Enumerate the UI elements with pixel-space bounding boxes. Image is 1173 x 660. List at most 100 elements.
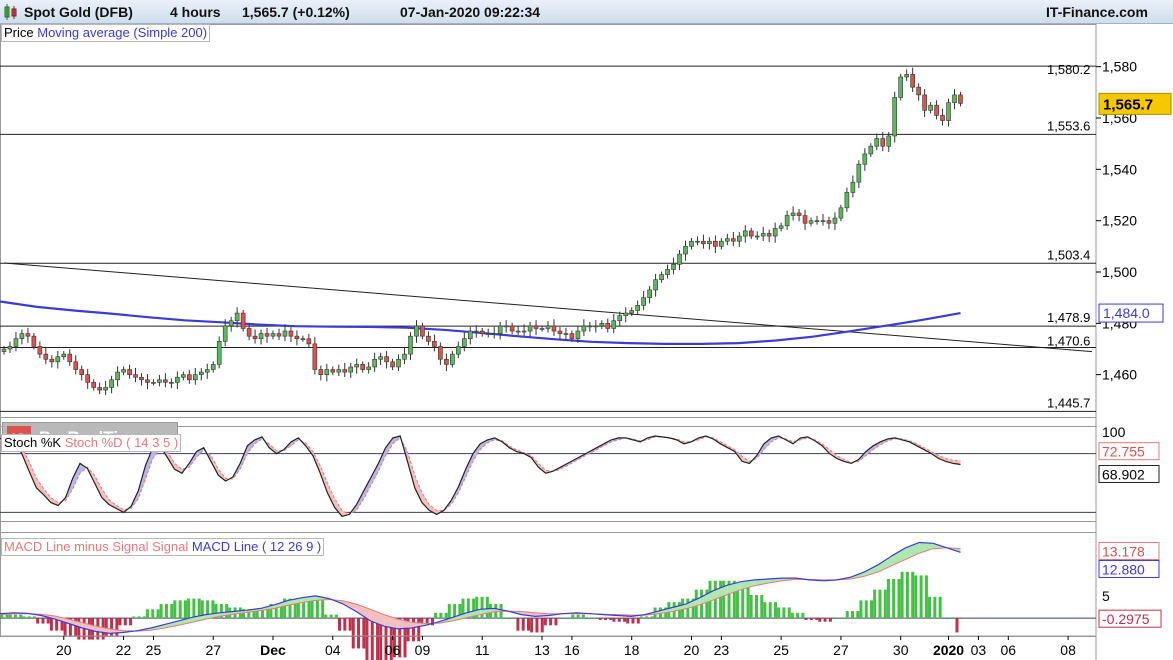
candle (874, 138, 880, 147)
candle (73, 361, 79, 370)
macd-histogram-bar (773, 602, 777, 619)
macd-histogram-bar (873, 589, 877, 619)
macd-histogram-bar (502, 618, 506, 619)
candle (121, 369, 126, 373)
candle (163, 379, 168, 383)
candle (940, 115, 945, 121)
macd-histogram-bar (571, 614, 575, 619)
candle (713, 240, 718, 247)
macd-histogram-bar (809, 618, 813, 620)
chart-canvas[interactable]: 1,580.2 1,553.6 1,503.4 1,478.9 1,470.6 1,445… (0, 24, 1173, 660)
candle (760, 233, 766, 237)
candle (336, 369, 342, 373)
candle (545, 325, 551, 329)
macd-histogram-bar (883, 589, 887, 619)
candle (378, 356, 383, 360)
candle (85, 374, 90, 383)
candle (593, 325, 599, 328)
candle (19, 333, 25, 340)
candle (342, 369, 348, 373)
candle (808, 220, 814, 224)
macd-histogram-bar (370, 618, 374, 660)
macd-histogram-bar (900, 571, 904, 619)
chart-area[interactable]: 1,580.2 1,553.6 1,503.4 1,478.9 1,470.6 1,445… (0, 24, 1173, 660)
candle (856, 163, 862, 183)
candle (491, 333, 497, 335)
macd-histogram-bar (856, 611, 860, 619)
candle (485, 333, 491, 335)
macd-histogram-bar (598, 618, 602, 620)
macd-histogram-bar (760, 595, 764, 619)
macd-histogram-bar (36, 618, 40, 624)
macd-histogram-bar (159, 603, 163, 619)
candle (396, 358, 401, 368)
candle (61, 353, 67, 357)
candle (515, 330, 521, 333)
macd-histogram-legend: MACD Line minus Signal (4, 539, 149, 554)
macd-histogram-bar (919, 575, 923, 619)
candle (97, 387, 102, 391)
candle (898, 76, 904, 98)
macd-axis-label: 5 (1102, 588, 1110, 604)
candle (420, 325, 425, 337)
macd-histogram-bar (521, 618, 525, 631)
candle (438, 346, 443, 360)
price-legend: Price Moving average (Simple 200) (1, 24, 211, 42)
macd-histogram-bar (447, 603, 451, 619)
macd-histogram-bar (609, 618, 613, 620)
macd-histogram-bar (719, 580, 723, 619)
candle (198, 371, 204, 375)
candle (330, 369, 336, 373)
price-legend-label: Price (4, 25, 34, 40)
macd-histogram-bar (187, 598, 191, 619)
candle (904, 74, 909, 78)
candle (623, 312, 629, 316)
candle (264, 333, 270, 337)
candle (503, 325, 509, 328)
candle (456, 346, 461, 355)
macd-histogram-bar (14, 614, 18, 619)
candle (133, 374, 138, 378)
horizontal-level-label: 1,503.4 (1047, 247, 1090, 262)
candle (372, 358, 377, 368)
candle (384, 356, 389, 363)
candle (49, 358, 55, 363)
brand-label: IT-Finance.com (1046, 4, 1148, 20)
candle (450, 353, 455, 365)
macd-histogram-bar (782, 607, 786, 619)
candle (683, 246, 688, 255)
macd-histogram-bar (568, 618, 572, 619)
macd-histogram-bar (631, 618, 635, 624)
candle (210, 364, 216, 370)
macd-histogram-bar (417, 618, 421, 642)
candle (731, 238, 736, 242)
candle (677, 253, 682, 265)
candle (192, 374, 198, 381)
macd-histogram-bar (639, 616, 643, 619)
candle (665, 269, 670, 275)
macd-histogram-bar (878, 589, 882, 619)
candle (862, 153, 868, 165)
macd-histogram-bar (310, 600, 314, 619)
candle (880, 138, 886, 147)
macd-histogram-bar (118, 618, 122, 626)
moving-average-line (0, 300, 961, 345)
macd-histogram-bar (892, 578, 896, 619)
candle (742, 230, 748, 237)
price-axis-label: 1,580 (1102, 59, 1137, 75)
candle (300, 338, 306, 341)
macd-histogram-bar (842, 618, 846, 619)
chart-header: Spot Gold (DFB) 4 hours 1,565.7 (+0.12%)… (0, 0, 1173, 24)
candle (228, 320, 234, 327)
candle (324, 369, 330, 375)
candle (7, 346, 13, 350)
stoch-d-legend: Stoch %D ( 14 3 5 ) (64, 435, 179, 450)
macd-line-legend: MACD Line ( 12 26 9 ) (191, 539, 322, 554)
candle (258, 333, 264, 340)
candle (240, 312, 246, 329)
macd-histogram-bar (851, 611, 855, 619)
candle (282, 330, 288, 337)
candle (187, 374, 192, 381)
candle (246, 328, 252, 337)
candle (462, 338, 467, 347)
